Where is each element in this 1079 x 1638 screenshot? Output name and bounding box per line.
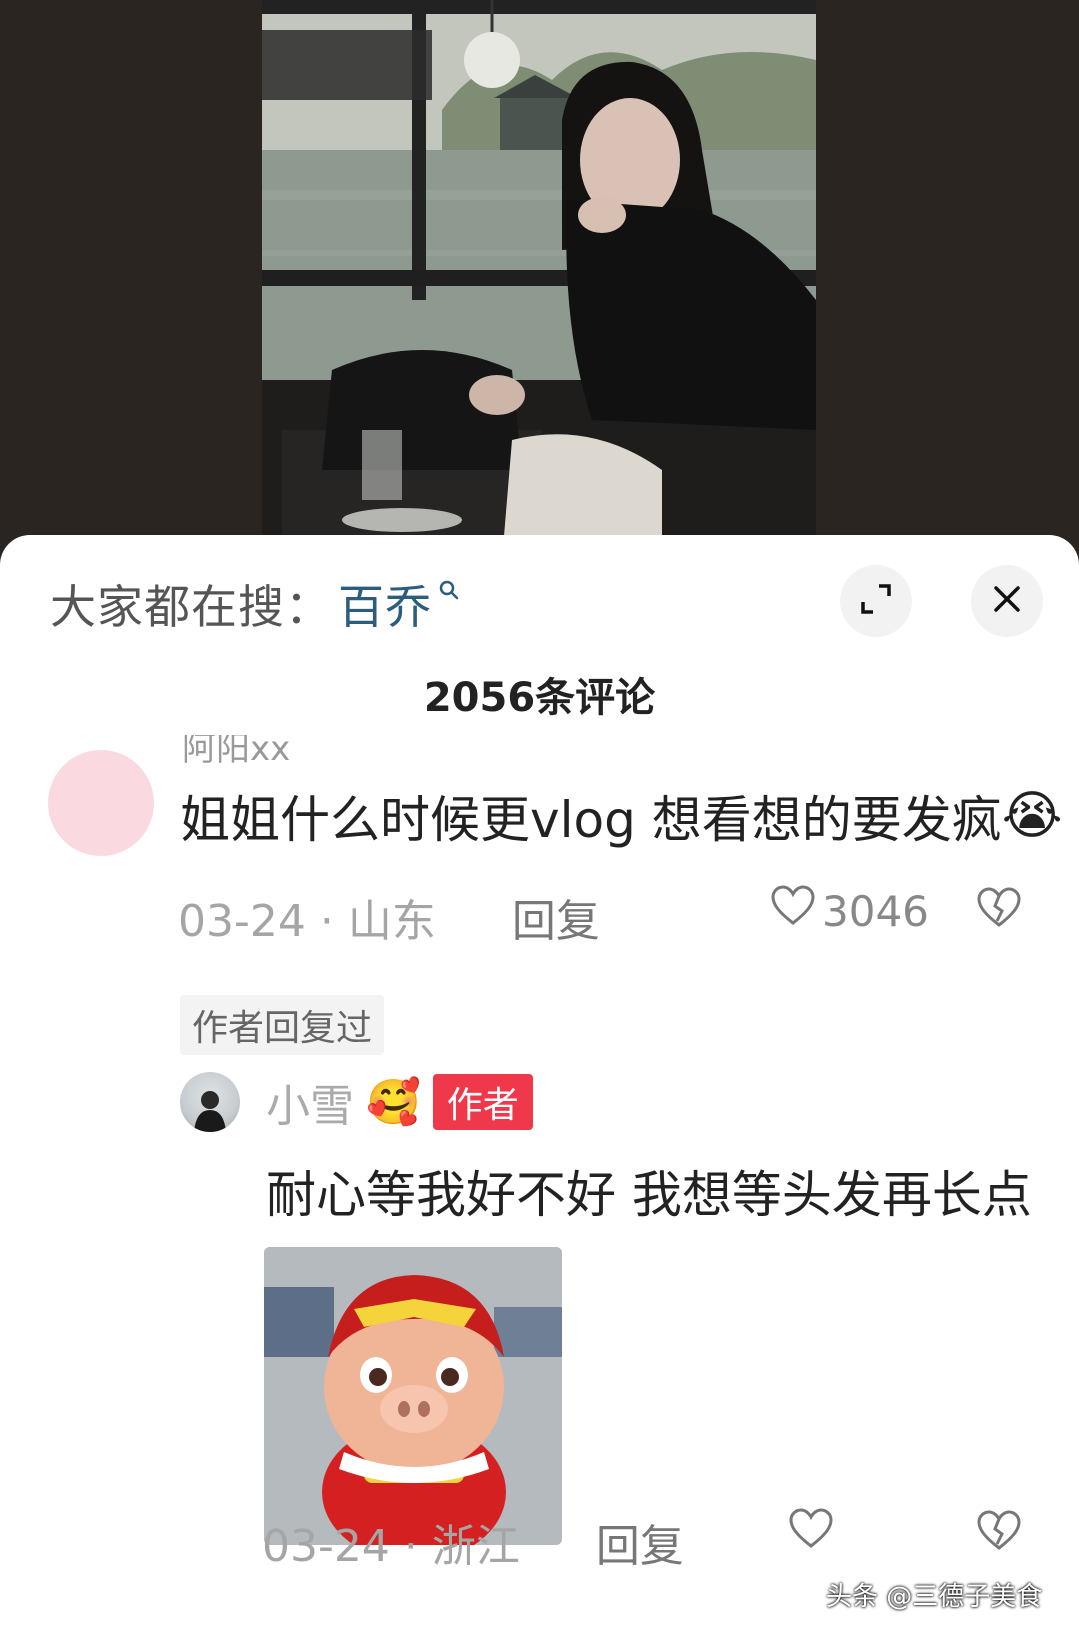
avatar[interactable] — [48, 750, 154, 856]
reply-location: 浙江 — [431, 1521, 520, 1572]
comment-text: 姐姐什么时候更vlog 想看想的要发疯 😭 — [180, 780, 1062, 852]
search-suggestion[interactable]: 大家都在搜： 百乔 — [50, 571, 460, 637]
reply-username[interactable]: 小雪 — [266, 1070, 354, 1134]
expand-button[interactable] — [840, 565, 912, 637]
reply-avatar[interactable] — [180, 1072, 240, 1132]
close-button[interactable] — [971, 565, 1043, 637]
search-prefix: 大家都在搜： — [50, 580, 332, 634]
video-frame-art — [262, 0, 816, 560]
meta-separator: · — [319, 896, 348, 947]
video-frame — [262, 0, 816, 560]
comment-username-text: 阿阳xx — [182, 735, 291, 765]
reply-meta: 03-24 · 浙江 回复 — [262, 1510, 684, 1574]
video-player[interactable] — [0, 0, 1079, 560]
reply-dislike-button[interactable] — [976, 1510, 1022, 1556]
broken-heart-icon — [976, 887, 1022, 933]
sticker-image[interactable] — [264, 1247, 562, 1545]
meta-separator: · — [403, 1521, 432, 1572]
pig-sticker-art — [264, 1247, 562, 1545]
dislike-button[interactable] — [976, 887, 1022, 933]
search-term[interactable]: 百乔 — [338, 571, 432, 637]
close-icon — [992, 584, 1022, 618]
comment-date: 03-24 — [178, 896, 306, 947]
reply-like-button[interactable] — [788, 1508, 834, 1560]
reply-text: 耐心等我好不好 我想等头发再长点 — [266, 1166, 1032, 1224]
expand-icon — [859, 582, 893, 620]
like-count: 3046 — [822, 886, 929, 936]
reply-username-row: 小雪 🥰 作者 — [266, 1070, 533, 1134]
comments-sheet: 大家都在搜： 百乔 2056条评论 阿阳xx 姐姐什么时候更vlog 想看想的要… — [0, 535, 1079, 1638]
reply-date: 03-24 — [262, 1521, 390, 1572]
heart-icon — [788, 1508, 834, 1560]
broken-heart-icon — [976, 1510, 1022, 1556]
reply-reply-button[interactable]: 回复 — [596, 1521, 684, 1572]
reply-avatar-art — [194, 1091, 226, 1132]
smiling-hearts-emoji-icon: 🥰 — [366, 1077, 421, 1128]
author-replied-badge: 作者回复过 — [180, 995, 385, 1055]
search-icon — [438, 578, 460, 608]
like-button[interactable]: 3046 — [770, 885, 929, 937]
comment-count-title: 2056条评论 — [423, 675, 656, 721]
comment-username[interactable]: 阿阳xx — [182, 735, 290, 765]
reply-button[interactable]: 回复 — [512, 896, 600, 947]
watermark: 头条 @三德子美食 — [826, 1582, 1043, 1612]
crying-emoji-icon: 😭 — [1001, 786, 1063, 846]
comment-body: 姐姐什么时候更vlog 想看想的要发疯 — [180, 791, 1002, 849]
comment-meta: 03-24 · 山东 回复 — [178, 885, 600, 949]
comment-location: 山东 — [347, 896, 436, 947]
heart-icon — [770, 885, 816, 937]
author-tag: 作者 — [432, 1074, 533, 1130]
